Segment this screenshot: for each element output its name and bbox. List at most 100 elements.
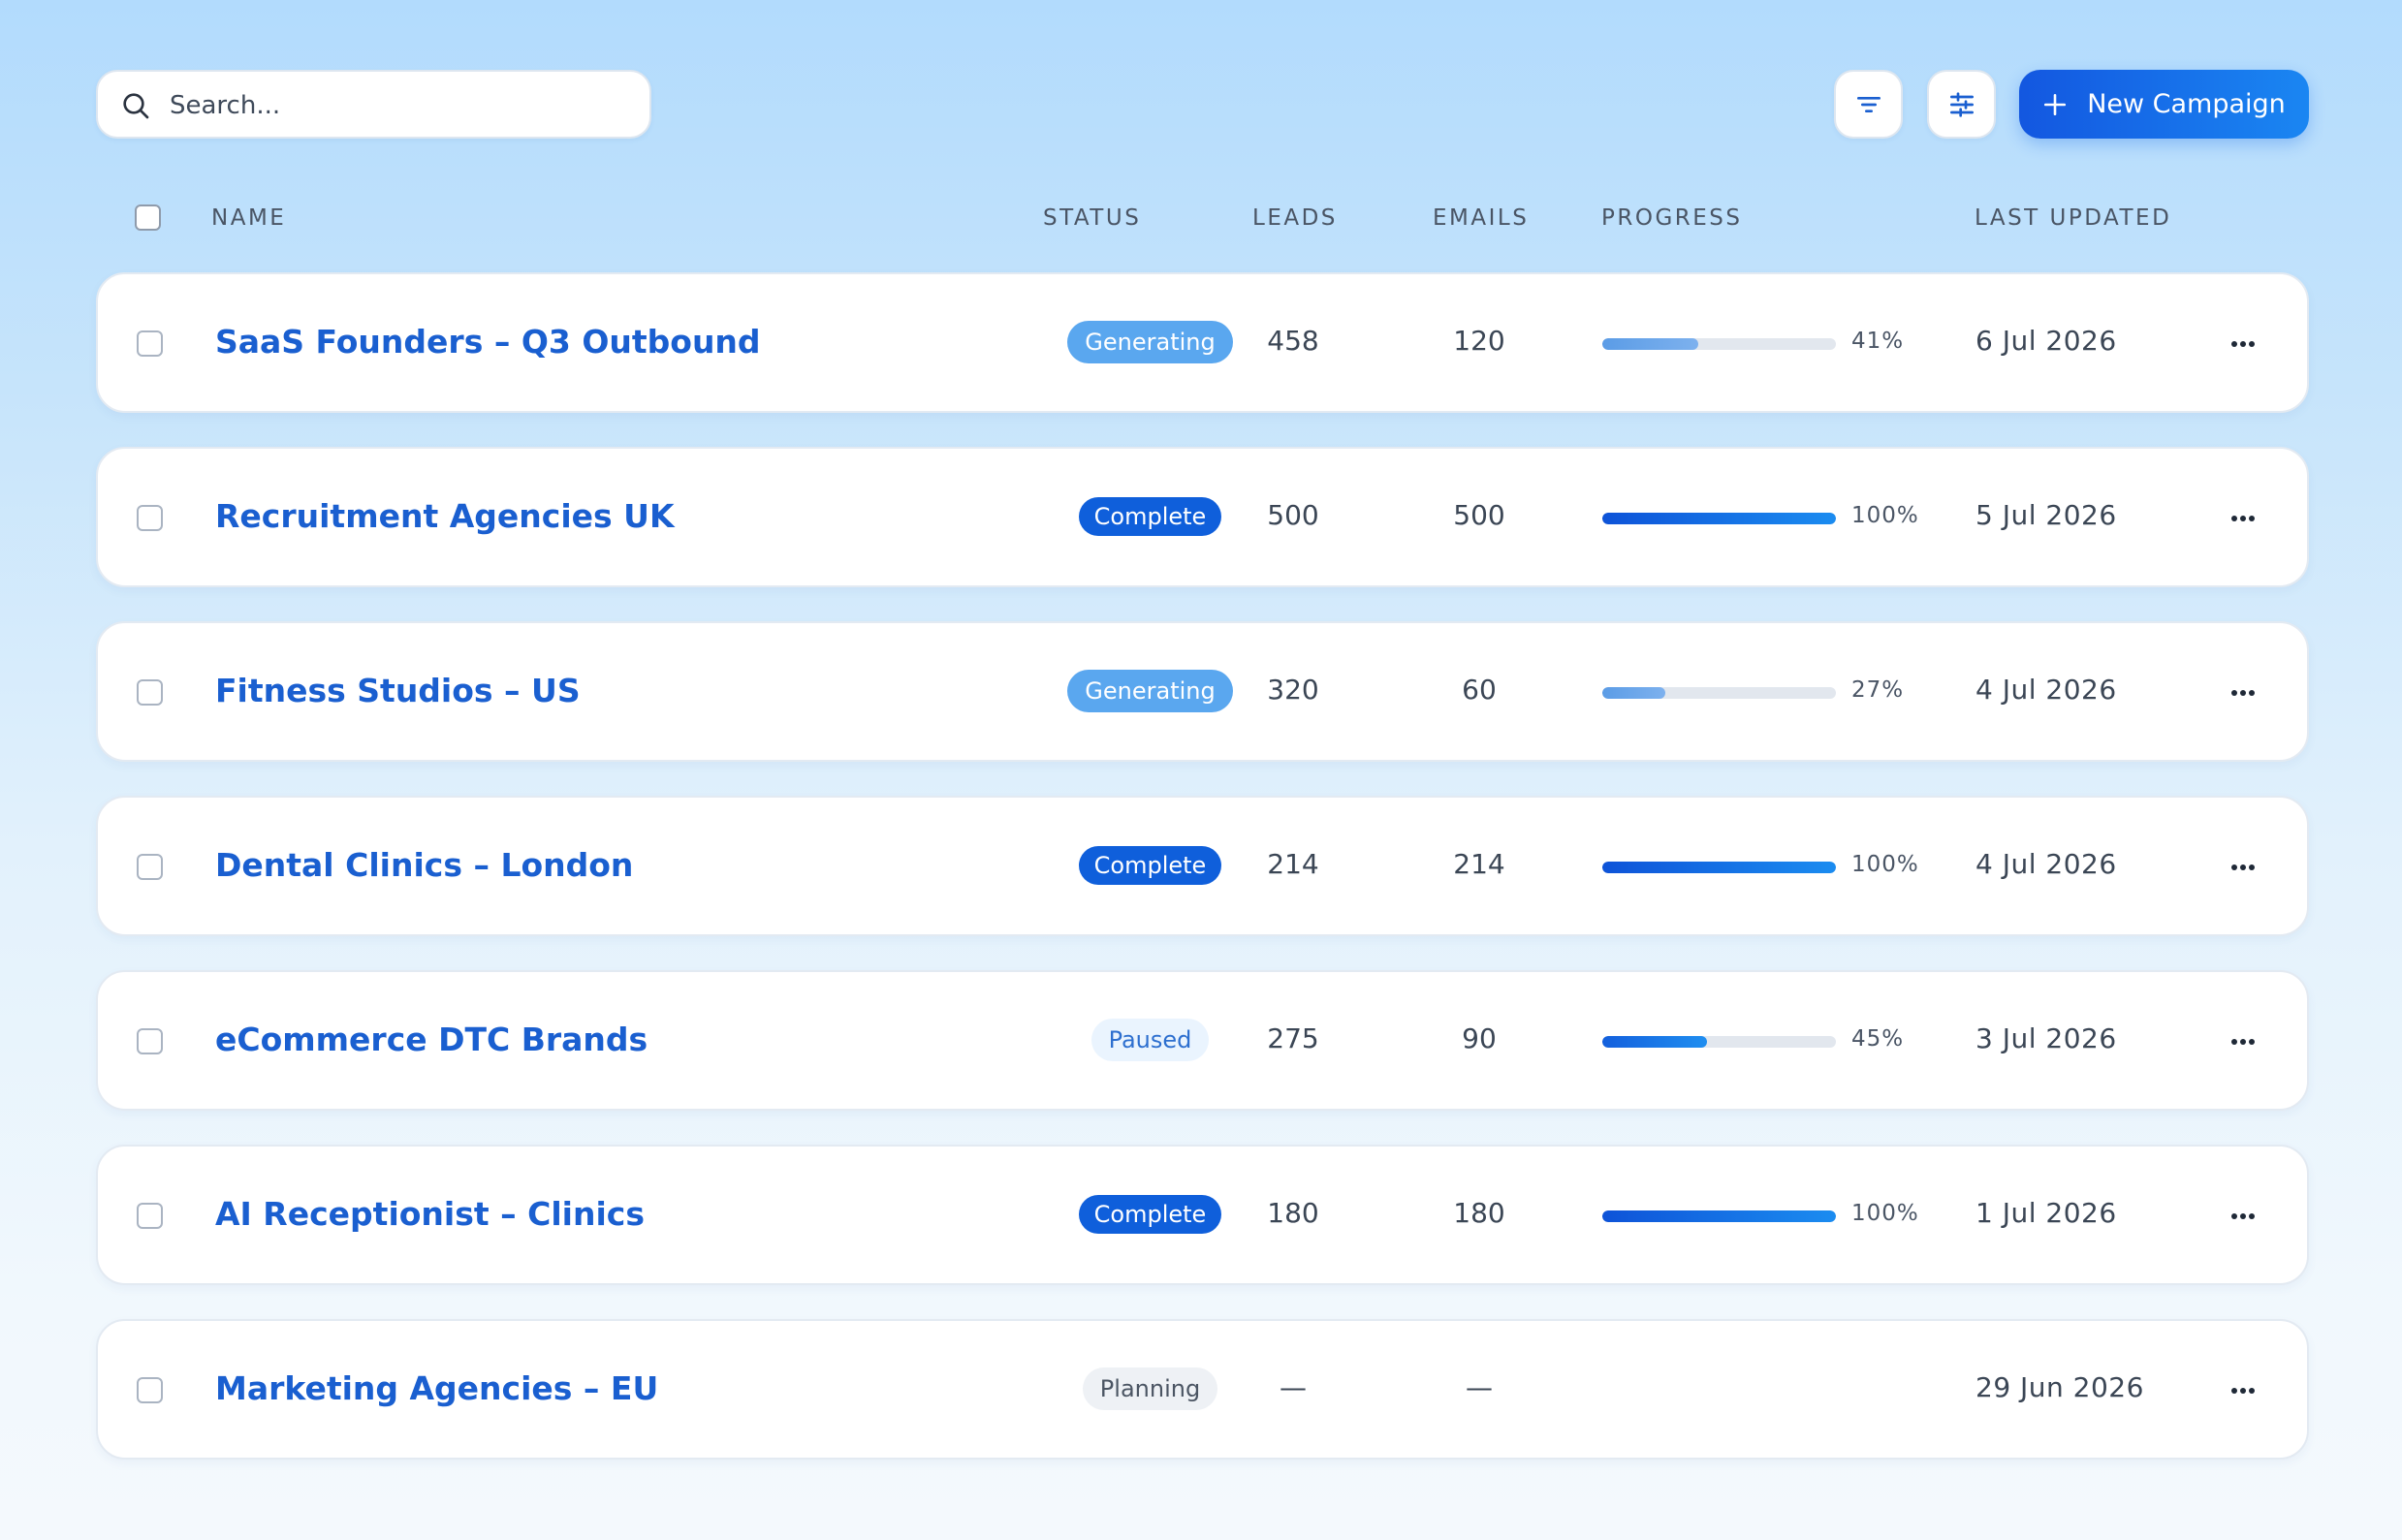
status-badge: Planning: [1082, 1367, 1218, 1410]
progress-bar: [1602, 513, 1836, 524]
campaign-name-link[interactable]: Dental Clinics – London: [215, 846, 633, 884]
campaign-name-link[interactable]: Marketing Agencies – EU: [215, 1369, 658, 1407]
row-actions-button[interactable]: [2223, 676, 2263, 710]
new-campaign-label: New Campaign: [2087, 89, 2286, 119]
last-updated-date: 6 Jul 2026: [1975, 325, 2117, 357]
progress-bar: [1602, 338, 1836, 350]
emails-count: 60: [1462, 674, 1497, 706]
progress-fill: [1602, 513, 1836, 524]
emails-count: 500: [1453, 499, 1505, 531]
progress-fill: [1602, 1036, 1708, 1048]
more-horizontal-icon: [2231, 1039, 2255, 1045]
plus-icon: [2044, 93, 2067, 115]
table-row[interactable]: Marketing Agencies – EU Planning — — 29 …: [96, 1319, 2309, 1460]
row-checkbox[interactable]: [137, 1028, 163, 1054]
table-row[interactable]: eCommerce DTC Brands Paused 275 90 45% 3…: [96, 970, 2309, 1111]
status-badge: Complete: [1078, 1195, 1222, 1234]
last-updated-date: 5 Jul 2026: [1975, 499, 2117, 531]
row-actions-button[interactable]: [2223, 501, 2263, 536]
new-campaign-button[interactable]: New Campaign: [2019, 70, 2309, 139]
status-badge: Generating: [1067, 321, 1233, 363]
table-row[interactable]: AI Receptionist – Clinics Complete 180 1…: [96, 1145, 2309, 1285]
leads-count: —: [1280, 1371, 1307, 1403]
progress-percent: 27%: [1851, 677, 1905, 703]
emails-count: 180: [1453, 1197, 1505, 1229]
column-header-emails[interactable]: EMAILS: [1433, 205, 1529, 231]
filter-lines-icon: [1856, 96, 1881, 112]
progress-percent: 45%: [1851, 1026, 1905, 1052]
column-header-progress[interactable]: PROGRESS: [1601, 205, 1743, 231]
table-header: NAME STATUS LEADS EMAILS PROGRESS LAST U…: [96, 196, 2309, 238]
more-horizontal-icon: [2231, 516, 2255, 521]
status-badge: Complete: [1078, 497, 1222, 536]
leads-count: 458: [1267, 325, 1319, 357]
emails-count: 90: [1462, 1022, 1497, 1054]
more-horizontal-icon: [2231, 690, 2255, 696]
progress-fill: [1602, 862, 1836, 873]
campaign-name-link[interactable]: Fitness Studios – US: [215, 672, 581, 709]
row-actions-button[interactable]: [2223, 1373, 2263, 1408]
progress-fill: [1602, 338, 1698, 350]
more-horizontal-icon: [2231, 1388, 2255, 1394]
progress-fill: [1602, 1210, 1836, 1222]
progress-percent: 100%: [1851, 1201, 1919, 1226]
column-header-last-updated[interactable]: LAST UPDATED: [1975, 205, 2171, 231]
toolbar: New Campaign: [96, 70, 2309, 139]
progress-bar: [1602, 1210, 1836, 1222]
row-actions-button[interactable]: [2223, 327, 2263, 361]
adjust-columns-button[interactable]: [1927, 70, 1996, 139]
campaign-name-link[interactable]: SaaS Founders – Q3 Outbound: [215, 323, 761, 361]
more-horizontal-icon: [2231, 341, 2255, 347]
progress-percent: 100%: [1851, 852, 1919, 877]
progress-bar: [1602, 1036, 1836, 1048]
row-checkbox[interactable]: [137, 679, 163, 706]
filter-button[interactable]: [1834, 70, 1903, 139]
table-row[interactable]: SaaS Founders – Q3 Outbound Generating 4…: [96, 272, 2309, 413]
last-updated-date: 1 Jul 2026: [1975, 1197, 2117, 1229]
status-badge: Complete: [1078, 846, 1222, 885]
column-header-name[interactable]: NAME: [211, 205, 286, 231]
table-row[interactable]: Recruitment Agencies UK Complete 500 500…: [96, 447, 2309, 587]
search-box[interactable]: [96, 70, 651, 139]
row-actions-button[interactable]: [2223, 1199, 2263, 1234]
row-checkbox[interactable]: [137, 1377, 163, 1403]
emails-count: —: [1466, 1371, 1493, 1403]
emails-count: 120: [1453, 325, 1505, 357]
progress-bar: [1602, 862, 1836, 873]
progress-percent: 41%: [1851, 329, 1905, 354]
leads-count: 275: [1267, 1022, 1319, 1054]
search-input[interactable]: [168, 83, 637, 128]
row-checkbox[interactable]: [137, 1203, 163, 1229]
last-updated-date: 3 Jul 2026: [1975, 1022, 2117, 1054]
campaign-name-link[interactable]: AI Receptionist – Clinics: [215, 1195, 645, 1233]
status-badge: Generating: [1067, 670, 1233, 712]
last-updated-date: 4 Jul 2026: [1975, 674, 2117, 706]
progress-percent: 100%: [1851, 503, 1919, 528]
progress-fill: [1602, 687, 1666, 699]
campaign-name-link[interactable]: Recruitment Agencies UK: [215, 497, 675, 535]
last-updated-date: 29 Jun 2026: [1975, 1371, 2144, 1403]
row-checkbox[interactable]: [137, 330, 163, 357]
last-updated-date: 4 Jul 2026: [1975, 848, 2117, 880]
progress-bar: [1602, 687, 1836, 699]
more-horizontal-icon: [2231, 864, 2255, 870]
select-all-checkbox[interactable]: [135, 204, 161, 231]
column-header-leads[interactable]: LEADS: [1252, 205, 1338, 231]
row-checkbox[interactable]: [137, 854, 163, 880]
table-row[interactable]: Dental Clinics – London Complete 214 214…: [96, 796, 2309, 936]
leads-count: 320: [1267, 674, 1319, 706]
row-actions-button[interactable]: [2223, 1024, 2263, 1059]
row-checkbox[interactable]: [137, 505, 163, 531]
leads-count: 214: [1267, 848, 1319, 880]
campaign-name-link[interactable]: eCommerce DTC Brands: [215, 1021, 648, 1058]
table-row[interactable]: Fitness Studios – US Generating 320 60 2…: [96, 621, 2309, 762]
more-horizontal-icon: [2231, 1213, 2255, 1219]
leads-count: 500: [1267, 499, 1319, 531]
row-actions-button[interactable]: [2223, 850, 2263, 885]
leads-count: 180: [1267, 1197, 1319, 1229]
status-badge: Paused: [1090, 1019, 1210, 1061]
sliders-icon: [1949, 91, 1974, 117]
emails-count: 214: [1453, 848, 1505, 880]
search-icon: [123, 93, 149, 119]
column-header-status[interactable]: STATUS: [1043, 205, 1141, 231]
